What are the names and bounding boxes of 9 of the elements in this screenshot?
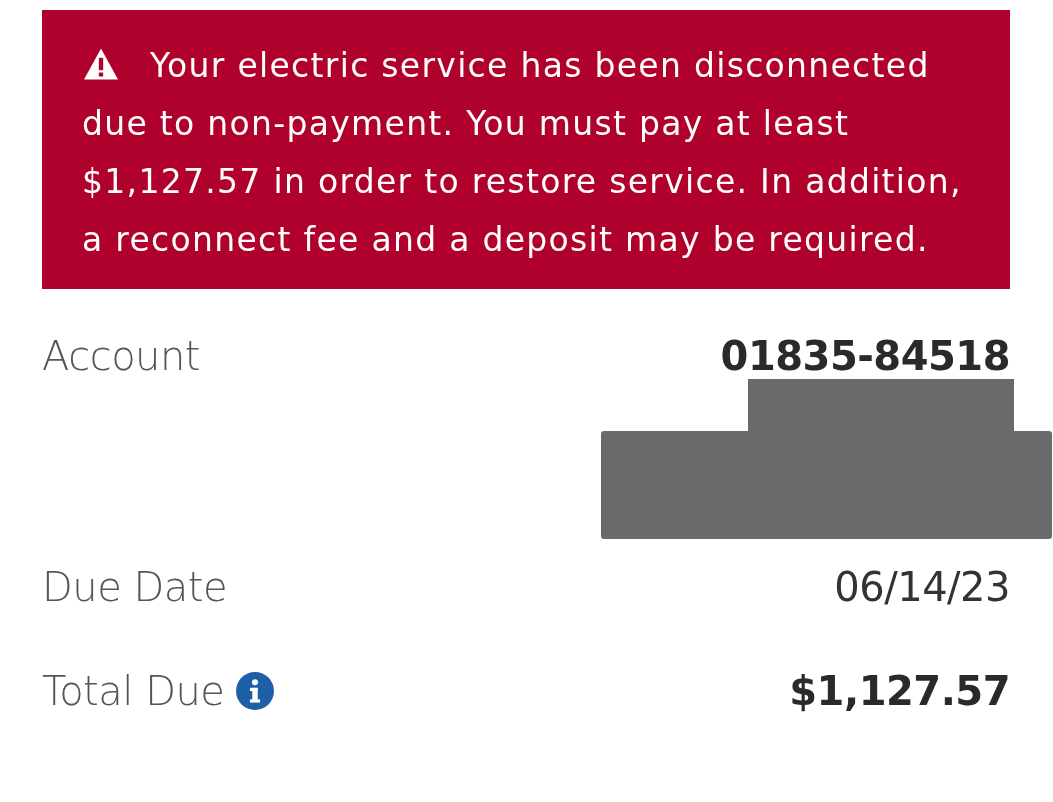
warning-icon [82, 47, 120, 81]
detail-value: 06/14/23 [834, 564, 1010, 610]
account-number: 01835-84518 [720, 333, 1010, 379]
detail-label: Total Due [42, 668, 225, 714]
account-label: Account [42, 333, 200, 379]
info-icon[interactable] [236, 672, 275, 710]
detail-value: $1,127.57 [789, 668, 1010, 714]
alert-message: Your electric service has been disconnected due to non-payment. You must pay at least $1,127.57 in order to restore service. In addition, a reconnect fee and a deposit may be required. [82, 45, 963, 261]
detail-label: Due Date [42, 564, 228, 610]
